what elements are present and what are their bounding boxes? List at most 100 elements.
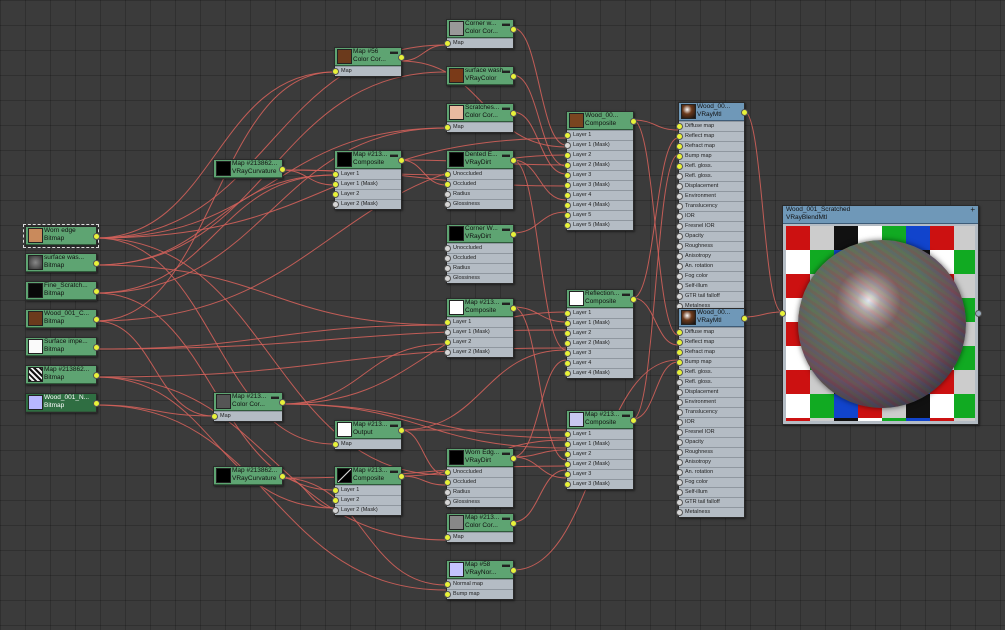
- input-socket[interactable]: [444, 479, 451, 486]
- fine-scratch-bitmap-node[interactable]: Fine_Scratch... Bitmap: [25, 281, 100, 301]
- output-socket[interactable]: [510, 567, 517, 574]
- input-socket[interactable]: [676, 233, 683, 240]
- dented-dirt-node[interactable]: Dented E... VRayDirt ▬ Unoccluded Occlud…: [444, 150, 517, 210]
- input-socket[interactable]: [676, 273, 683, 280]
- input-socket[interactable]: [332, 441, 339, 448]
- input-socket[interactable]: [564, 360, 571, 367]
- surface-wash-bitmap-node[interactable]: surface was... Bitmap: [25, 253, 100, 273]
- input-socket[interactable]: [676, 419, 683, 426]
- vraymtl-top-node[interactable]: Wood_00... VRayMtl Diffuse map Reflect ma…: [676, 102, 748, 312]
- output-socket[interactable]: [93, 372, 100, 379]
- minimize-icon[interactable]: ▬: [390, 48, 398, 56]
- input-socket[interactable]: [564, 441, 571, 448]
- input-socket[interactable]: [676, 339, 683, 346]
- minimize-icon[interactable]: ▬: [502, 514, 510, 522]
- output-socket[interactable]: [510, 455, 517, 462]
- input-socket[interactable]: [332, 171, 339, 178]
- minimize-icon[interactable]: ▬: [390, 151, 398, 159]
- corner-dirt-node[interactable]: Corner W... VRayDirt ▬ Unoccluded Occlud…: [444, 224, 517, 284]
- output-socket[interactable]: [630, 296, 637, 303]
- input-socket[interactable]: [564, 340, 571, 347]
- color-correct-mid-node[interactable]: Map #213... Color Cor... ▬ Map: [211, 392, 286, 422]
- minimize-icon[interactable]: ▬: [622, 411, 630, 419]
- input-socket[interactable]: [676, 429, 683, 436]
- output-socket[interactable]: [510, 26, 517, 33]
- input-socket[interactable]: [564, 132, 571, 139]
- output-socket[interactable]: [398, 54, 405, 61]
- composite-c-node[interactable]: Map #213... Composite ▬ Layer 1 Layer 1 …: [444, 298, 517, 358]
- input-socket[interactable]: [444, 201, 451, 208]
- output-socket[interactable]: [510, 73, 517, 80]
- worn-edge-dirt-node[interactable]: Worn Edg... VRayDirt ▬ Unoccluded Occlud…: [444, 448, 517, 508]
- input-socket[interactable]: [676, 203, 683, 210]
- output-socket[interactable]: [93, 260, 100, 267]
- minimize-icon[interactable]: ▬: [271, 393, 279, 401]
- output-socket[interactable]: [741, 315, 748, 322]
- minimize-icon[interactable]: ▬: [502, 299, 510, 307]
- output-socket[interactable]: [975, 310, 982, 317]
- input-socket[interactable]: [676, 359, 683, 366]
- output-socket[interactable]: [93, 344, 100, 351]
- input-socket[interactable]: [564, 431, 571, 438]
- output-socket[interactable]: [741, 109, 748, 116]
- surface-imperf-bitmap-node[interactable]: Surface impe... Bitmap: [25, 337, 100, 357]
- normal-map-node[interactable]: Map #58 VRayNor... ▬ Normal map Bump map: [444, 560, 517, 600]
- input-socket[interactable]: [564, 222, 571, 229]
- minimize-icon[interactable]: ▬: [502, 67, 510, 75]
- minimize-icon[interactable]: ▬: [502, 225, 510, 233]
- minimize-icon[interactable]: ▬: [502, 561, 510, 569]
- input-socket[interactable]: [444, 534, 451, 541]
- input-socket[interactable]: [332, 497, 339, 504]
- input-socket[interactable]: [676, 133, 683, 140]
- input-socket[interactable]: [444, 124, 451, 131]
- input-socket[interactable]: [564, 172, 571, 179]
- input-socket[interactable]: [564, 461, 571, 468]
- input-socket[interactable]: [444, 171, 451, 178]
- input-socket[interactable]: [676, 449, 683, 456]
- input-socket[interactable]: [564, 152, 571, 159]
- output-socket[interactable]: [93, 288, 100, 295]
- input-socket[interactable]: [676, 193, 683, 200]
- input-socket[interactable]: [332, 487, 339, 494]
- input-socket[interactable]: [676, 243, 683, 250]
- minimize-icon[interactable]: ▬: [502, 449, 510, 457]
- curvature-bottom-node[interactable]: Map #213862... VRayCurvature: [213, 466, 286, 486]
- map56-color-correct-node[interactable]: Map #56 Color Cor... ▬ Map: [332, 47, 405, 77]
- input-socket[interactable]: [676, 439, 683, 446]
- input-socket[interactable]: [444, 581, 451, 588]
- input-socket[interactable]: [332, 181, 339, 188]
- input-socket[interactable]: [676, 349, 683, 356]
- map-213862-bitmap-node[interactable]: Map #213862... Bitmap: [25, 365, 100, 385]
- vraymtl-bottom-node[interactable]: Wood_00... VRayMtl Diffuse map Reflect ma…: [676, 308, 748, 518]
- minimize-icon[interactable]: ▬: [390, 421, 398, 429]
- input-socket[interactable]: [444, 265, 451, 272]
- input-socket[interactable]: [676, 409, 683, 416]
- input-socket[interactable]: [676, 143, 683, 150]
- output-socket[interactable]: [398, 473, 405, 480]
- curvature-top-node[interactable]: Map #213862... VRayCurvature: [213, 159, 286, 179]
- output-socket[interactable]: [279, 166, 286, 173]
- composite-lower-node[interactable]: Map #213... Composite ▬ Layer 1 Layer 1 …: [564, 410, 637, 490]
- input-socket[interactable]: [676, 263, 683, 270]
- output-socket[interactable]: [630, 417, 637, 424]
- input-socket[interactable]: [676, 173, 683, 180]
- output-socket[interactable]: [510, 110, 517, 117]
- input-socket[interactable]: [332, 201, 339, 208]
- output-socket[interactable]: [510, 305, 517, 312]
- input-socket[interactable]: [444, 319, 451, 326]
- composite-b-node[interactable]: Map #213... Composite ▬ Layer 1 Layer 2 …: [332, 466, 405, 516]
- color-correct-lower-node[interactable]: Map #213... Color Cor... ▬ Map: [444, 513, 517, 543]
- input-socket[interactable]: [444, 255, 451, 262]
- input-socket[interactable]: [211, 413, 218, 420]
- output-socket[interactable]: [93, 233, 100, 240]
- input-socket[interactable]: [676, 123, 683, 130]
- input-socket[interactable]: [676, 223, 683, 230]
- input-socket[interactable]: [444, 181, 451, 188]
- input-socket[interactable]: [564, 142, 571, 149]
- input-socket[interactable]: [676, 479, 683, 486]
- input-socket[interactable]: [779, 310, 786, 317]
- input-socket[interactable]: [564, 370, 571, 377]
- input-socket[interactable]: [332, 507, 339, 514]
- wood-001-bitmap-node[interactable]: Wood_001_C... Bitmap: [25, 309, 100, 329]
- wood-composite-node[interactable]: Wood_00... Composite Layer 1 Layer 1 (Ma…: [564, 111, 637, 231]
